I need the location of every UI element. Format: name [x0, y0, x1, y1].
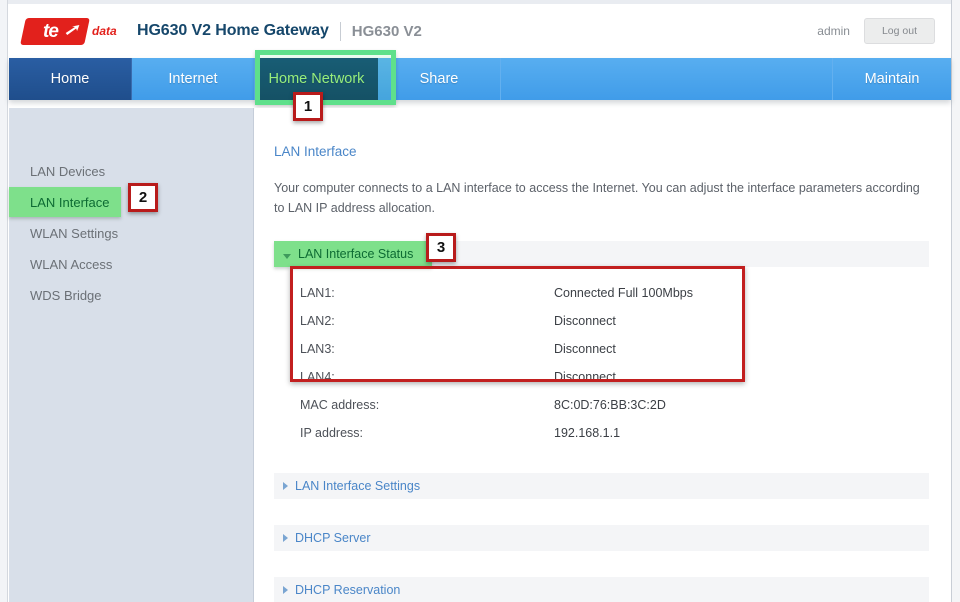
annotation-badge-2: 2 [128, 183, 158, 212]
lan-interface-status-label: LAN Interface Status [298, 247, 414, 261]
row-value: Connected Full 100Mbps [554, 286, 693, 300]
table-row: IP address: 192.168.1.1 [274, 419, 929, 447]
logout-button[interactable]: Log out [863, 18, 935, 44]
lan-interface-status-section-header[interactable]: LAN Interface Status [274, 241, 929, 267]
logo-swoosh-icon [65, 24, 80, 35]
lan-interface-settings-section-header[interactable]: LAN Interface Settings [274, 473, 929, 499]
nav-item-home[interactable]: Home [9, 58, 132, 100]
nav-item-share[interactable]: Share [378, 58, 501, 100]
row-value: Disconnect [554, 370, 616, 384]
content-description: Your computer connects to a LAN interfac… [274, 181, 920, 215]
chevron-right-icon [283, 534, 288, 542]
chevron-right-icon [283, 586, 288, 594]
row-value: Disconnect [554, 314, 616, 328]
chevron-down-icon [283, 253, 291, 259]
page-scrollbar[interactable] [951, 0, 960, 602]
nav-filler [501, 58, 833, 100]
logo-suffix: data [92, 24, 117, 38]
header-actions: admin Log out [817, 18, 935, 44]
table-row: LAN2: Disconnect [274, 307, 929, 335]
page-header: te data HG630 V2 Home Gateway HG630 V2 a… [9, 4, 951, 58]
annotation-badge-1: 1 [293, 92, 323, 121]
nav-item-internet[interactable]: Internet [132, 58, 255, 100]
table-row: MAC address: 8C:0D:76:BB:3C:2D [274, 391, 929, 419]
browser-viewport: te data HG630 V2 Home Gateway HG630 V2 a… [0, 0, 960, 602]
device-model: HG630 V2 [351, 22, 422, 40]
lan-interface-settings-label: LAN Interface Settings [295, 479, 421, 493]
row-key: IP address: [300, 426, 364, 440]
table-row: LAN3: Disconnect [274, 335, 929, 363]
row-key: LAN4: [300, 370, 335, 384]
dhcp-server-label: DHCP Server [295, 531, 371, 545]
tedata-logo: te data [20, 16, 119, 46]
row-key: LAN3: [300, 342, 335, 356]
header-divider [339, 21, 341, 41]
current-user: admin [817, 24, 850, 38]
main-navigation: Home Internet Home Network Share Maintai… [9, 58, 951, 100]
table-row: LAN1: Connected Full 100Mbps [274, 279, 929, 307]
page-title-header: HG630 V2 Home Gateway [137, 22, 329, 39]
lan-status-table: LAN1: Connected Full 100Mbps LAN2: Disco… [274, 279, 929, 447]
dhcp-reservation-section-header[interactable]: DHCP Reservation [274, 577, 929, 602]
sidebar-item-lan-interface[interactable]: LAN Interface [9, 187, 121, 217]
dhcp-server-section-header[interactable]: DHCP Server [274, 525, 929, 551]
main-content: LAN Interface Your computer connects to … [255, 108, 951, 602]
window-left-edge [0, 0, 8, 602]
chevron-right-icon [283, 482, 288, 490]
sidebar-item-lan-devices[interactable]: LAN Devices [9, 156, 253, 186]
sidebar-item-wlan-settings[interactable]: WLAN Settings [9, 218, 253, 248]
nav-item-maintain[interactable]: Maintain [833, 58, 951, 100]
table-row: LAN4: Disconnect [274, 363, 929, 391]
row-value: Disconnect [554, 342, 616, 356]
dhcp-reservation-label: DHCP Reservation [295, 583, 401, 597]
content-page-title: LAN Interface [274, 144, 357, 159]
row-key: MAC address: [300, 398, 380, 412]
row-value: 8C:0D:76:BB:3C:2D [554, 398, 666, 412]
logo-text: te [43, 20, 58, 42]
annotation-badge-3: 3 [426, 233, 456, 262]
sidebar-item-wds-bridge[interactable]: WDS Bridge [9, 280, 253, 310]
row-key: LAN1: [300, 286, 335, 300]
highlight-lan-interface-status[interactable]: LAN Interface Status [274, 241, 432, 267]
logo-mark: te [20, 17, 90, 45]
row-value: 192.168.1.1 [554, 426, 621, 440]
row-key: LAN2: [300, 314, 335, 328]
sidebar-item-wlan-access[interactable]: WLAN Access [9, 249, 253, 279]
